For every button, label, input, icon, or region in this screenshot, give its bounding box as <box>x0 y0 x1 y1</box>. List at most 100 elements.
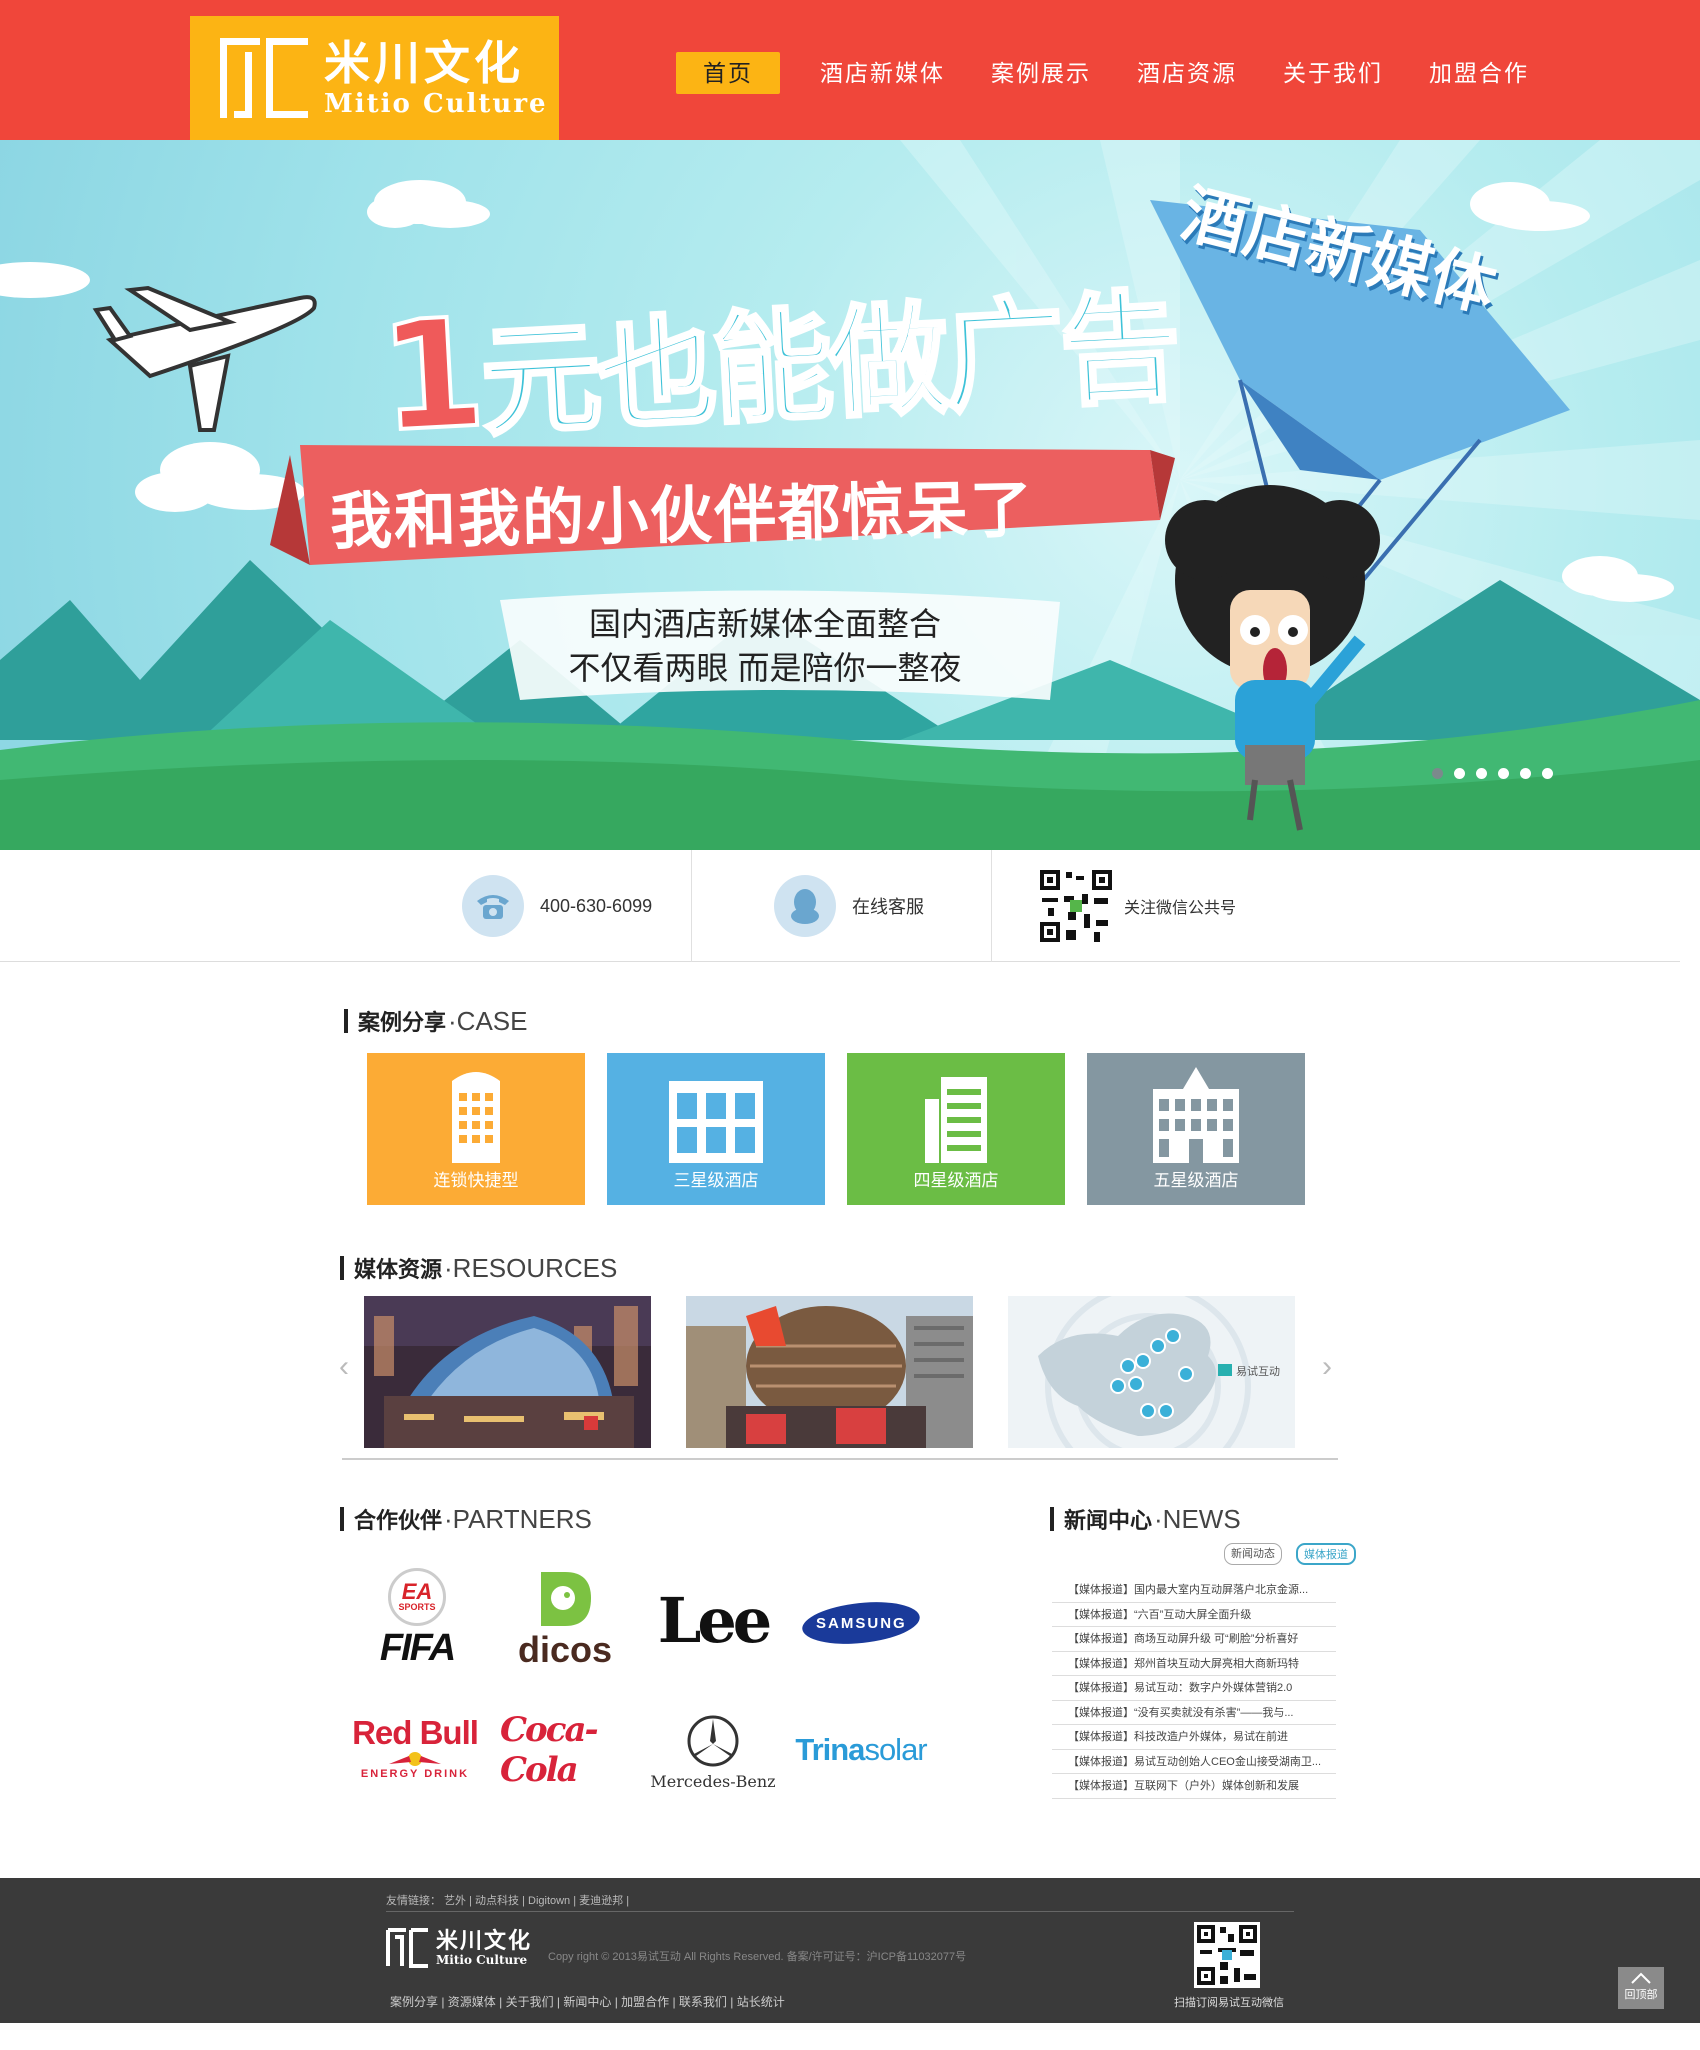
partner-samsung-logo[interactable]: SAMSUNG <box>800 1596 922 1650</box>
contact-divider <box>691 850 692 962</box>
slider-dot[interactable] <box>1498 768 1509 779</box>
partner-mercedes-logo[interactable]: Mercedes-Benz <box>648 1704 778 1800</box>
resources-section-title: 媒体资源 ·RESOURCES <box>340 1252 617 1284</box>
trina-logo-text: Trina <box>795 1732 865 1767</box>
online-service-contact[interactable]: 在线客服 <box>774 850 924 962</box>
wechat-contact[interactable]: 关注微信公共号 <box>1038 850 1236 962</box>
partner-dicos-logo[interactable]: dicos <box>505 1564 625 1674</box>
news-item[interactable]: 【媒体报道】易试互动：数字户外媒体营销2.0 <box>1052 1676 1336 1701</box>
news-item[interactable]: 【媒体报道】易试互动创始人CEO金山接受湖南卫... <box>1052 1750 1336 1774</box>
tower-building-icon <box>925 1077 987 1163</box>
phone-icon <box>462 875 524 937</box>
news-list: 【媒体报道】国内最大室内互动屏落户北京金源... 【媒体报道】“六百”互动大屏全… <box>1052 1578 1336 1799</box>
office-building-icon <box>452 1072 500 1163</box>
resource-image-plaza[interactable] <box>686 1296 973 1448</box>
nav-join[interactable]: 加盟合作 <box>1429 52 1529 94</box>
footer-nav-links[interactable]: 案例分享 | 资源媒体 | 关于我们 | 新闻中心 | 加盟合作 | 联系我们 … <box>390 1993 785 2010</box>
partners-title-cn: 合作伙伴 <box>354 1508 443 1533</box>
news-item[interactable]: 【媒体报道】商场互动屏升级 可“刷脸”分析喜好 <box>1052 1627 1336 1652</box>
copyright-text: Copy right © 2013易试互动 All Rights Reserve… <box>548 1951 967 1963</box>
news-item[interactable]: 【媒体报道】互联网下（户外）媒体创新和发展 <box>1052 1774 1336 1799</box>
case-tile-five-star[interactable]: 五星级酒店 <box>1087 1053 1305 1205</box>
partner-trina-logo[interactable]: Trina solar <box>790 1720 932 1780</box>
section-divider <box>342 1458 1338 1460</box>
news-tabs: 新闻动态 媒体报道 <box>1210 1543 1356 1565</box>
partner-redbull-logo[interactable]: Red Bull ENERGY DRINK <box>350 1708 480 1788</box>
tab-media-reports[interactable]: 媒体报道 <box>1296 1543 1356 1565</box>
ea-logo-text: EA <box>401 1579 433 1604</box>
slider-dot[interactable] <box>1454 768 1465 779</box>
back-to-top-button[interactable]: 回顶部 <box>1618 1967 1664 2009</box>
tab-news-updates[interactable]: 新闻动态 <box>1224 1543 1282 1565</box>
nav-hotel-media[interactable]: 酒店新媒体 <box>820 52 945 94</box>
case-tile-chain[interactable]: 连锁快捷型 <box>367 1053 585 1205</box>
news-item[interactable]: 【媒体报道】“六百”互动大屏全面升级 <box>1052 1603 1336 1627</box>
case-tile-label: 连锁快捷型 <box>433 1171 519 1190</box>
logo-english-name: Mitio Culture <box>324 89 548 119</box>
title-bar <box>344 1009 348 1033</box>
nav-home[interactable]: 首页 <box>676 52 780 94</box>
resources-prev-arrow[interactable]: ‹ <box>339 1350 349 1384</box>
resource-image-mall[interactable] <box>364 1296 651 1448</box>
footer-logo-mark-icon <box>386 1928 428 1968</box>
friend-links[interactable]: 友情链接： 艺外 | 动点科技 | Digitown | 麦迪逊邦 | <box>386 1892 629 1908</box>
hero-banner[interactable]: 酒店新媒体 1元也能做广告 我和我的小伙伴都惊呆了 国内酒店新媒体全面整合 不仅… <box>0 140 1700 850</box>
qq-penguin-icon <box>774 875 836 937</box>
banner-subtitle: 国内酒店新媒体全面整合 不仅看两眼 而是陪你一整夜 <box>520 602 1010 690</box>
nav-hotel-resources[interactable]: 酒店资源 <box>1137 52 1237 94</box>
phone-number: 400-630-6099 <box>540 895 653 916</box>
mercedes-logo-text: Mercedes-Benz <box>650 1771 776 1791</box>
case-tile-label: 五星级酒店 <box>1153 1171 1239 1190</box>
dicos-logo-text: dicos <box>517 1629 613 1670</box>
banner-subtitle-line1: 国内酒店新媒体全面整合 <box>588 606 941 642</box>
banner-ribbon-text: 我和我的小伙伴都惊呆了 <box>329 472 1035 559</box>
news-section-title: 新闻中心 ·NEWS <box>1050 1503 1241 1535</box>
title-bar <box>340 1256 344 1280</box>
resources-title-en: ·RESOURCES <box>444 1252 618 1283</box>
lee-logo-text: Lee <box>657 1583 772 1657</box>
news-title-en: ·NEWS <box>1154 1503 1241 1534</box>
wechat-label: 关注微信公共号 <box>1124 900 1237 917</box>
resource-image-map[interactable]: 易试互动 <box>1008 1296 1295 1448</box>
site-logo[interactable]: 米川文化 Mitio Culture <box>190 16 559 140</box>
title-bar <box>1050 1507 1054 1531</box>
main-nav: 首页 酒店新媒体 案例展示 酒店资源 关于我们 加盟合作 <box>676 52 1575 94</box>
redbull-sub-text: ENERGY DRINK <box>360 1768 470 1780</box>
case-section-title: 案例分享 ·CASE <box>344 1005 527 1037</box>
resources-next-arrow[interactable]: › <box>1322 1350 1332 1384</box>
slider-dot[interactable] <box>1520 768 1531 779</box>
news-item[interactable]: 【媒体报道】科技改造户外媒体，易试在前进 <box>1052 1725 1336 1750</box>
partner-lee-logo[interactable]: Lee <box>648 1580 778 1660</box>
case-tile-three-star[interactable]: 三星级酒店 <box>607 1053 825 1205</box>
site-header: 米川文化 Mitio Culture 首页 酒店新媒体 案例展示 酒店资源 关于… <box>0 0 1700 140</box>
nav-cases[interactable]: 案例展示 <box>991 52 1091 94</box>
slider-dots <box>1432 768 1564 779</box>
hotel-building-icon <box>669 1081 763 1163</box>
banner-headline-number: 1 <box>374 285 487 468</box>
footer-logo-en: Mitio Culture <box>436 1953 528 1967</box>
footer-qr-icon <box>1194 1922 1260 1988</box>
case-tile-label: 三星级酒店 <box>673 1171 759 1190</box>
partner-cocacola-logo[interactable]: Coca-Cola <box>500 1710 630 1790</box>
news-item[interactable]: 【媒体报道】郑州首块互动大屏亮相大商新玛特 <box>1052 1652 1336 1676</box>
samsung-logo-text: SAMSUNG <box>815 1614 907 1632</box>
footer-logo[interactable]: 米川文化 Mitio Culture <box>386 1928 532 1968</box>
dicos-d-icon <box>541 1572 591 1626</box>
logo-chinese-name: 米川文化 <box>324 36 524 90</box>
back-to-top-label: 回顶部 <box>1624 1989 1658 2001</box>
mercedes-star-icon <box>687 1715 739 1766</box>
cocacola-logo-text: Coca-Cola <box>500 1710 599 1790</box>
slider-dot[interactable] <box>1542 768 1553 779</box>
nav-about-us[interactable]: 关于我们 <box>1283 52 1383 94</box>
slider-dot[interactable] <box>1476 768 1487 779</box>
news-item[interactable]: 【媒体报道】国内最大室内互动屏落户北京金源... <box>1052 1578 1336 1603</box>
airplane-icon <box>92 285 317 432</box>
slider-dot[interactable] <box>1432 768 1443 779</box>
partner-ea-fifa-logo[interactable]: EA SPORTS FIFA <box>352 1564 482 1674</box>
resources-title-cn: 媒体资源 <box>354 1257 443 1282</box>
news-item[interactable]: 【媒体报道】“没有买卖就没有杀害”——我与... <box>1052 1701 1336 1725</box>
partners-section-title: 合作伙伴 ·PARTNERS <box>340 1503 592 1535</box>
case-tile-four-star[interactable]: 四星级酒店 <box>847 1053 1065 1205</box>
footer-divider <box>386 1911 1294 1912</box>
phone-contact[interactable]: 400-630-6099 <box>462 850 652 962</box>
